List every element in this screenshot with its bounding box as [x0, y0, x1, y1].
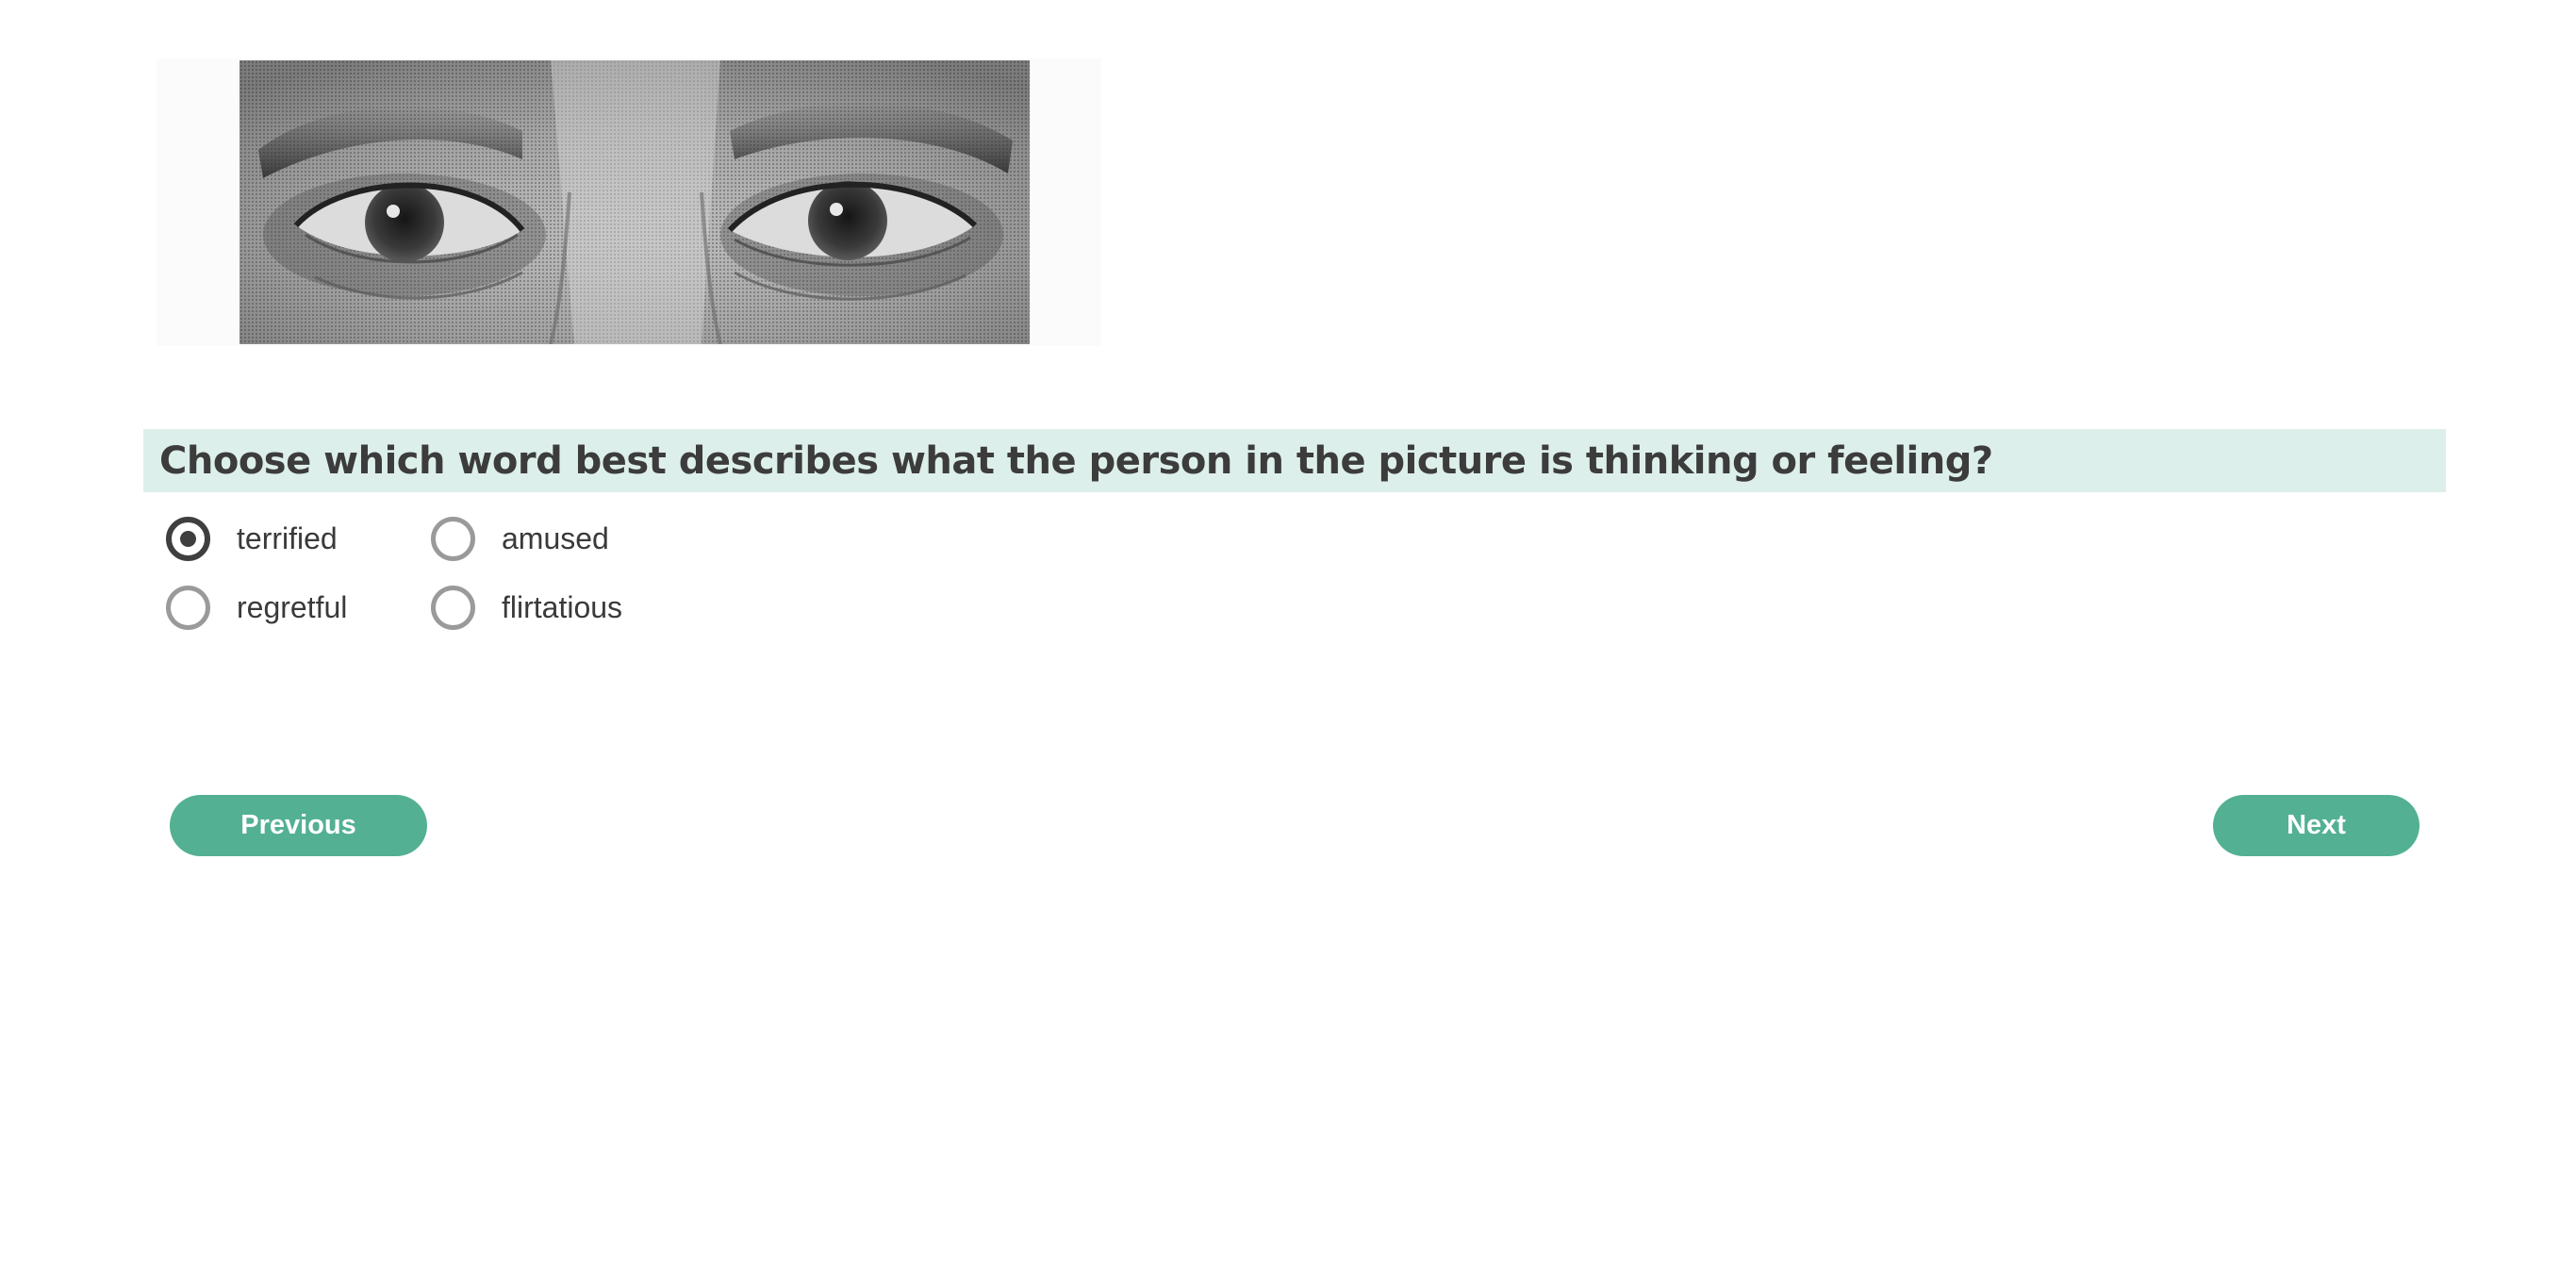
- option-label: regretful: [237, 590, 348, 624]
- question-text: Choose which word best describes what th…: [159, 438, 1993, 483]
- option-amused[interactable]: amused: [431, 517, 609, 561]
- option-label: amused: [502, 521, 609, 555]
- option-terrified[interactable]: terrified: [166, 517, 338, 561]
- option-flirtatious[interactable]: flirtatious: [431, 586, 622, 630]
- radio-button[interactable]: [431, 586, 475, 630]
- radio-button[interactable]: [166, 586, 210, 630]
- option-label: flirtatious: [502, 590, 623, 624]
- stimulus-photo-frame: [157, 58, 1101, 346]
- option-label: terrified: [237, 521, 338, 555]
- question-bar: Choose which word best describes what th…: [143, 429, 2446, 492]
- previous-button[interactable]: Previous: [170, 795, 427, 856]
- next-button[interactable]: Next: [2213, 795, 2419, 856]
- radio-button[interactable]: [431, 517, 475, 561]
- radio-button-checked[interactable]: [166, 517, 210, 561]
- option-regretful[interactable]: regretful: [166, 586, 347, 630]
- eyes-photo: [239, 60, 1030, 344]
- radio-dot: [180, 531, 196, 547]
